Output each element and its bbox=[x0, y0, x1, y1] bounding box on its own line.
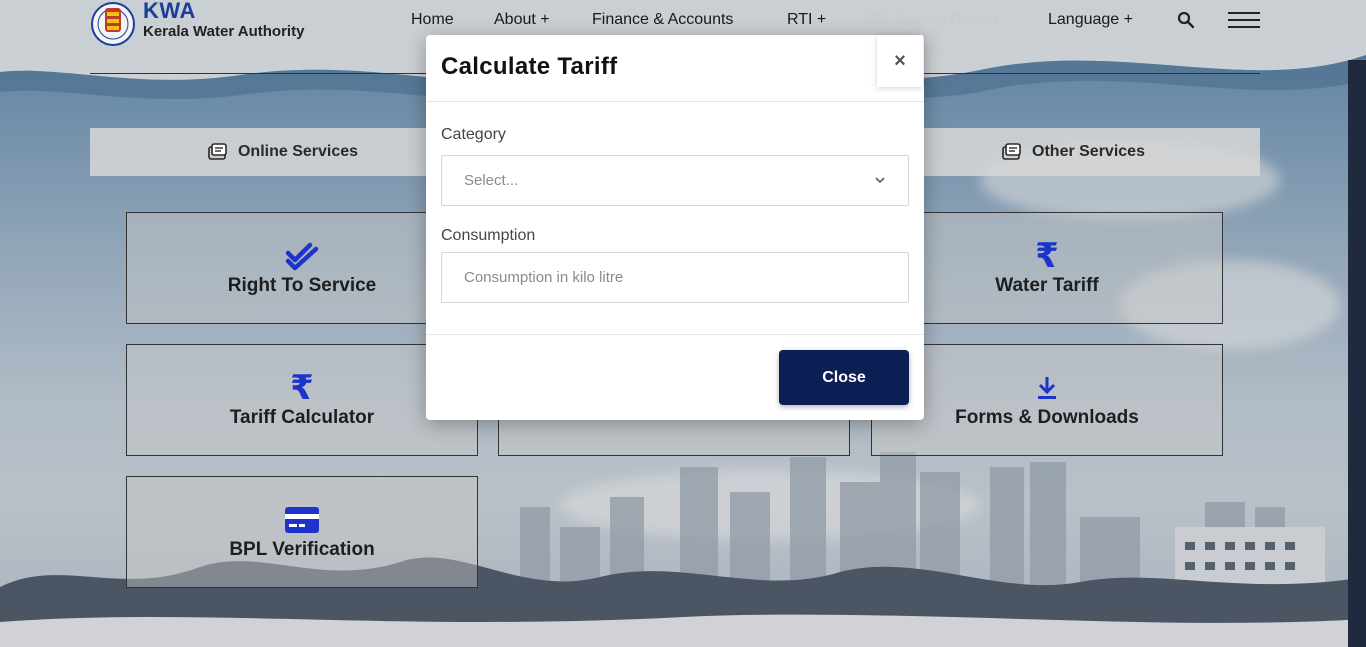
hamburger-menu-icon[interactable] bbox=[1228, 12, 1260, 30]
calculate-tariff-modal: Calculate Tariff × Category Select... Co… bbox=[426, 35, 924, 420]
consumption-input[interactable]: Consumption in kilo litre bbox=[441, 252, 909, 303]
close-icon[interactable]: × bbox=[877, 35, 923, 87]
card-label: Water Tariff bbox=[995, 275, 1099, 296]
card-label: Right To Service bbox=[227, 275, 377, 296]
tab-online-services[interactable]: Online Services bbox=[90, 128, 476, 176]
double-check-icon bbox=[285, 239, 319, 273]
category-select[interactable]: Select... bbox=[441, 155, 909, 206]
kwa-logo-icon[interactable] bbox=[90, 0, 136, 48]
consumption-input-placeholder: Consumption in kilo litre bbox=[464, 269, 624, 286]
tab-online-services-label: Online Services bbox=[237, 143, 359, 160]
modal-header: Calculate Tariff × bbox=[426, 35, 924, 102]
card-label: BPL Verification bbox=[229, 539, 375, 560]
category-label: Category bbox=[441, 126, 506, 143]
services-icon bbox=[1002, 143, 1021, 160]
nav-rti[interactable]: RTI + bbox=[787, 11, 826, 29]
card-label: Forms & Downloads bbox=[955, 407, 1139, 428]
services-icon bbox=[208, 143, 227, 160]
download-icon bbox=[1036, 371, 1058, 405]
nav-about[interactable]: About + bbox=[494, 11, 550, 29]
nav-home[interactable]: Home bbox=[411, 11, 454, 29]
card-bpl-verification[interactable]: BPL Verification bbox=[126, 476, 478, 588]
category-select-value: Select... bbox=[464, 172, 519, 189]
tab-other-services[interactable]: Other Services bbox=[887, 128, 1260, 176]
brand-full-name[interactable]: Kerala Water Authority bbox=[143, 23, 304, 40]
modal-footer-divider bbox=[426, 334, 924, 335]
tab-other-services-label: Other Services bbox=[1032, 143, 1145, 160]
nav-jjm-report[interactable]: JJM Weekly Report bbox=[860, 11, 998, 29]
page-edge bbox=[1348, 60, 1366, 647]
modal-title: Calculate Tariff bbox=[441, 53, 618, 80]
card-label: Tariff Calculator bbox=[229, 407, 375, 428]
search-icon[interactable] bbox=[1177, 11, 1195, 29]
chevron-down-icon bbox=[875, 177, 885, 184]
brand-short-name[interactable]: KWA bbox=[143, 0, 196, 22]
nav-finance[interactable]: Finance & Accounts bbox=[592, 11, 733, 29]
close-button[interactable]: Close bbox=[779, 350, 909, 405]
rupee-icon: ₹ bbox=[290, 368, 314, 408]
nav-language[interactable]: Language + bbox=[1048, 11, 1133, 29]
rupee-icon: ₹ bbox=[1035, 236, 1059, 276]
consumption-label: Consumption bbox=[441, 227, 536, 244]
credit-card-icon bbox=[284, 503, 320, 537]
